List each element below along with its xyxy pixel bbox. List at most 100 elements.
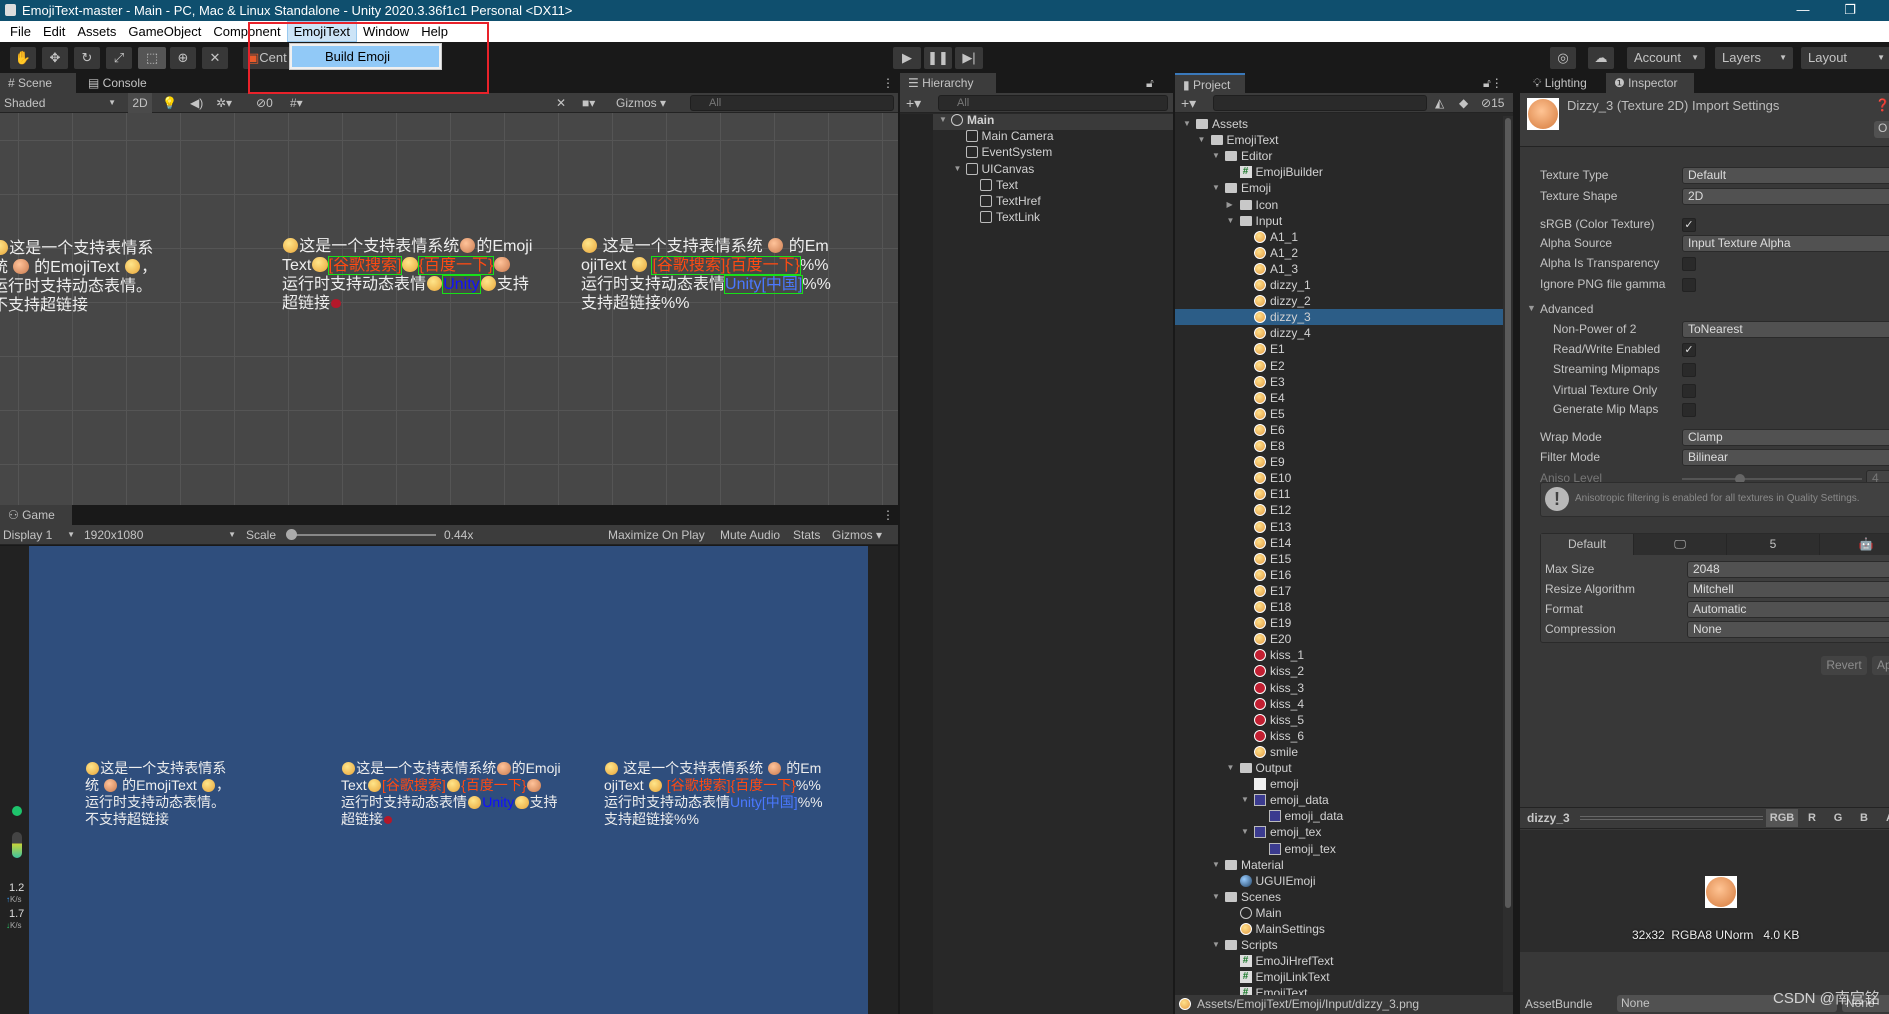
- mute-audio-toggle[interactable]: Mute Audio: [720, 525, 780, 545]
- preview-drag-handle[interactable]: [1580, 816, 1763, 820]
- project-item[interactable]: ▼ Editor: [1175, 148, 1513, 164]
- project-item[interactable]: E1: [1175, 341, 1513, 357]
- tab-inspector[interactable]: ❶ Inspector: [1606, 73, 1694, 93]
- project-item[interactable]: E15: [1175, 551, 1513, 567]
- hidden-objects-icon[interactable]: ⊘0: [256, 93, 273, 113]
- camera-icon[interactable]: ■▾: [582, 93, 595, 113]
- texture-shape-dropdown[interactable]: 2D: [1682, 188, 1889, 205]
- platform-tab-default[interactable]: Default: [1541, 534, 1634, 555]
- game-canvas[interactable]: 这是一个支持表情系统 的EmojiText ，运行时支持动态表情。 不支持超链接这…: [29, 546, 868, 1014]
- virtual-texture-only-checkbox[interactable]: [1682, 384, 1696, 398]
- project-item[interactable]: kiss_4: [1175, 696, 1513, 712]
- project-item[interactable]: E3: [1175, 374, 1513, 390]
- max-size-dropdown[interactable]: 2048: [1687, 561, 1889, 578]
- step-button[interactable]: ▶|: [955, 47, 983, 69]
- project-item[interactable]: A1_1: [1175, 229, 1513, 245]
- scene-search-input[interactable]: All: [690, 95, 894, 111]
- tab-hierarchy[interactable]: ☰ Hierarchy: [900, 73, 996, 93]
- maximize-button[interactable]: ❐: [1830, 0, 1870, 21]
- project-item[interactable]: smile: [1175, 744, 1513, 760]
- project-item[interactable]: ▼ Material: [1175, 857, 1513, 873]
- project-item[interactable]: E17: [1175, 583, 1513, 599]
- hyperlink-text[interactable]: [谷歌搜索]{百度一下}: [651, 256, 802, 275]
- srgb-color-texture--checkbox[interactable]: ✓: [1682, 218, 1696, 232]
- project-item[interactable]: E20: [1175, 631, 1513, 647]
- project-item[interactable]: # EmojiLinkText: [1175, 969, 1513, 985]
- effects-toggle-icon[interactable]: ✲▾: [216, 93, 232, 113]
- project-item[interactable]: E19: [1175, 615, 1513, 631]
- ignore-png-file-gamma-checkbox[interactable]: [1682, 278, 1696, 292]
- project-item[interactable]: UGUIEmoji: [1175, 873, 1513, 889]
- foldout-arrow-icon[interactable]: ▼: [1527, 303, 1536, 313]
- project-item[interactable]: E8: [1175, 438, 1513, 454]
- create-plus-icon[interactable]: +▾: [906, 93, 921, 113]
- expanded-arrow-icon[interactable]: ▼: [1212, 180, 1222, 196]
- project-item[interactable]: E13: [1175, 519, 1513, 535]
- platform-tab-standalone-monitor-icon[interactable]: 🖵: [1634, 534, 1727, 555]
- project-item[interactable]: E16: [1175, 567, 1513, 583]
- project-item[interactable]: ▼ emoji_tex: [1175, 824, 1513, 840]
- minimize-button[interactable]: —: [1783, 0, 1823, 21]
- project-item[interactable]: kiss_1: [1175, 647, 1513, 663]
- hyperlink-text[interactable]: {百度一下}: [461, 777, 526, 793]
- filter-label-icon[interactable]: ◆: [1459, 93, 1468, 113]
- filter-mode-dropdown[interactable]: Bilinear: [1682, 449, 1889, 466]
- apply-button[interactable]: Ap: [1872, 656, 1889, 675]
- project-item[interactable]: kiss_3: [1175, 680, 1513, 696]
- rotate-tool-icon[interactable]: ↻: [74, 47, 100, 69]
- menu-edit[interactable]: Edit: [37, 21, 71, 42]
- hierarchy-item[interactable]: TextHref: [900, 193, 1173, 209]
- project-item[interactable]: E2: [1175, 358, 1513, 374]
- scene-gizmos-dropdown[interactable]: Gizmos ▾: [616, 93, 678, 113]
- tab-console[interactable]: ▤ Console: [80, 73, 155, 93]
- project-item[interactable]: MainSettings: [1175, 921, 1513, 937]
- resolution-dropdown[interactable]: 1920x1080 ▼: [84, 525, 238, 545]
- project-item[interactable]: A1_3: [1175, 261, 1513, 277]
- shading-mode-dropdown[interactable]: Shaded ▼: [4, 93, 122, 113]
- resize-algorithm-dropdown[interactable]: Mitchell: [1687, 581, 1889, 598]
- alpha-source-dropdown[interactable]: Input Texture Alpha: [1682, 235, 1889, 252]
- channel-b-button[interactable]: B: [1852, 809, 1876, 827]
- hidden-packages-icon[interactable]: ⊘15: [1481, 93, 1504, 113]
- project-item[interactable]: kiss_5: [1175, 712, 1513, 728]
- tab-lighting[interactable]: 💡︎ Lighting: [1525, 73, 1595, 93]
- game-gizmos-dropdown[interactable]: Gizmos ▾: [832, 525, 894, 545]
- project-item[interactable]: ▼ Scenes: [1175, 889, 1513, 905]
- tab-game[interactable]: ⚇ Game: [0, 505, 72, 525]
- project-item[interactable]: Main: [1175, 905, 1513, 921]
- compression-dropdown[interactable]: None: [1687, 621, 1889, 638]
- expanded-arrow-icon[interactable]: ▼: [1212, 937, 1222, 953]
- expanded-arrow-icon[interactable]: ▼: [954, 161, 964, 177]
- project-item[interactable]: ▼ Input: [1175, 213, 1513, 229]
- custom-tool-icon[interactable]: ✕: [202, 47, 228, 69]
- display-dropdown[interactable]: Display 1 ▼: [3, 525, 77, 545]
- project-item[interactable]: emoji_data: [1175, 808, 1513, 824]
- project-item[interactable]: ▼ Scripts: [1175, 937, 1513, 953]
- pause-button[interactable]: ❚❚: [924, 47, 952, 69]
- format-dropdown[interactable]: Automatic: [1687, 601, 1889, 618]
- platform-tab-android-icon[interactable]: 🤖: [1820, 534, 1889, 555]
- streaming-mipmaps-checkbox[interactable]: [1682, 363, 1696, 377]
- filter-type-icon[interactable]: ◭: [1435, 93, 1444, 113]
- hierarchy-item[interactable]: ▼ Main: [900, 112, 1173, 128]
- non-power-of-2-dropdown[interactable]: ToNearest: [1682, 321, 1889, 338]
- project-item[interactable]: dizzy_2: [1175, 293, 1513, 309]
- aniso-level-slider[interactable]: [1682, 474, 1862, 484]
- generate-mip-maps-checkbox[interactable]: [1682, 403, 1696, 417]
- hierarchy-search-input[interactable]: All: [938, 95, 1168, 111]
- game-view[interactable]: 这是一个支持表情系统 的EmojiText ，运行时支持动态表情。 不支持超链接这…: [0, 546, 898, 1014]
- project-item[interactable]: E5: [1175, 406, 1513, 422]
- rect-tool-icon[interactable]: ⬚: [138, 47, 166, 69]
- menu-gameobject[interactable]: GameObject: [122, 21, 207, 42]
- play-button[interactable]: ▶: [893, 47, 921, 69]
- scale-tool-icon[interactable]: ⤢: [106, 47, 132, 69]
- expanded-arrow-icon[interactable]: ▼: [1198, 132, 1208, 148]
- project-item[interactable]: dizzy_4: [1175, 325, 1513, 341]
- project-item[interactable]: A1_2: [1175, 245, 1513, 261]
- hyperlink-text[interactable]: [谷歌搜索]: [382, 777, 446, 793]
- expanded-arrow-icon[interactable]: ▼: [1227, 760, 1237, 776]
- move-tool-icon[interactable]: ✥: [42, 47, 68, 69]
- channel-rgb-button[interactable]: RGB: [1766, 809, 1798, 827]
- collab-icon[interactable]: ◎: [1550, 47, 1576, 69]
- layers-dropdown[interactable]: Layers: [1715, 47, 1793, 69]
